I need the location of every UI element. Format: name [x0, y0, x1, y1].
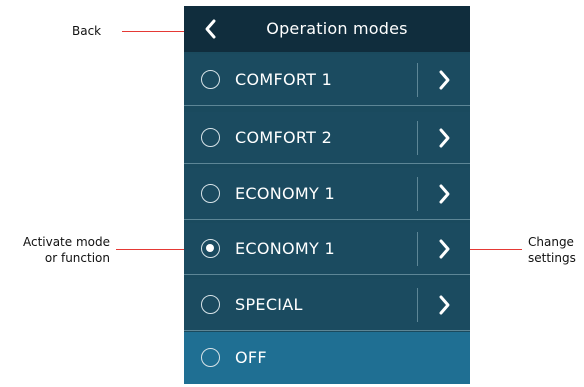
mode-label: ECONOMY 1: [235, 184, 335, 203]
settings-button[interactable]: [430, 291, 458, 319]
mode-label: ECONOMY 1: [235, 239, 335, 258]
settings-button[interactable]: [430, 180, 458, 208]
annotation-activate-line2: or function: [44, 251, 110, 265]
mode-label: SPECIAL: [235, 295, 303, 314]
settings-button[interactable]: [430, 235, 458, 263]
device-screen: Operation modes COMFORT 1 COMFORT 2 ECON…: [184, 6, 470, 384]
mode-row-comfort-1[interactable]: COMFORT 1: [184, 54, 470, 106]
radio-button-icon[interactable]: [201, 295, 220, 314]
row-divider: [417, 288, 418, 322]
radio-button-icon[interactable]: [201, 128, 220, 147]
page-title: Operation modes: [266, 19, 408, 38]
chevron-right-icon: [439, 295, 450, 315]
row-divider: [417, 177, 418, 211]
radio-button-checked-icon[interactable]: [201, 239, 220, 258]
chevron-right-icon: [439, 70, 450, 90]
mode-label: COMFORT 2: [235, 128, 333, 147]
annotation-back: Back: [72, 24, 102, 38]
annotation-change: Change settings: [528, 234, 584, 266]
row-divider: [417, 232, 418, 266]
row-divider: [417, 63, 418, 97]
mode-label: OFF: [235, 348, 267, 367]
radio-button-icon[interactable]: [201, 184, 220, 203]
mode-row-comfort-2[interactable]: COMFORT 2: [184, 112, 470, 164]
mode-row-off[interactable]: OFF: [184, 332, 470, 384]
row-divider: [417, 121, 418, 155]
mode-label: COMFORT 1: [235, 70, 333, 89]
chevron-right-icon: [439, 184, 450, 204]
chevron-right-icon: [439, 239, 450, 259]
chevron-right-icon: [439, 128, 450, 148]
annotation-change-line2: settings: [528, 251, 576, 265]
mode-row-special[interactable]: SPECIAL: [184, 279, 470, 331]
mode-row-economy-1-active[interactable]: ECONOMY 1: [184, 223, 470, 275]
header-bar: Operation modes: [184, 6, 470, 52]
radio-button-icon[interactable]: [201, 348, 220, 367]
annotation-activate: Activate mode or function: [0, 234, 110, 266]
mode-row-economy-1[interactable]: ECONOMY 1: [184, 168, 470, 220]
settings-button[interactable]: [430, 66, 458, 94]
annotation-change-line1: Change: [528, 235, 574, 249]
settings-button[interactable]: [430, 124, 458, 152]
radio-button-icon[interactable]: [201, 70, 220, 89]
annotation-activate-line1: Activate mode: [22, 235, 110, 249]
